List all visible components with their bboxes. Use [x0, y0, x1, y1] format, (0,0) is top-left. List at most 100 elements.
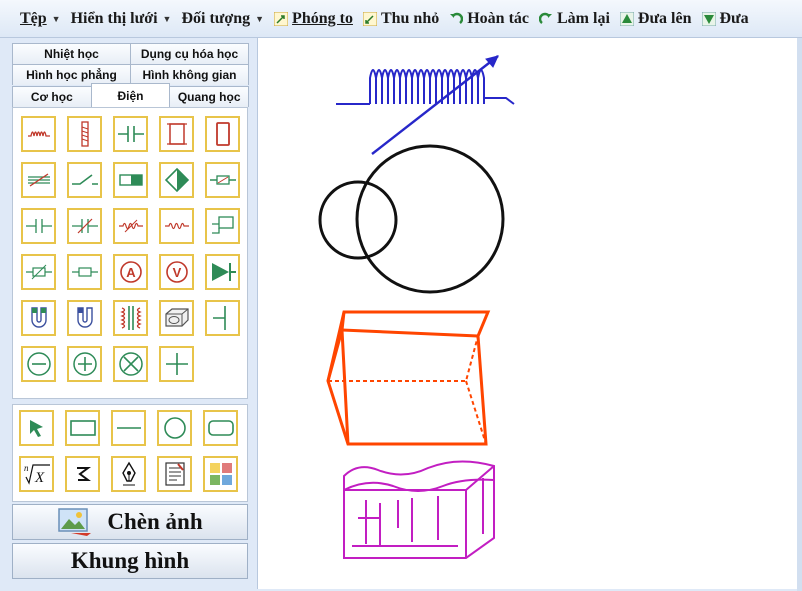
- svg-text:V: V: [172, 265, 181, 280]
- insert-image-icon: [58, 508, 92, 536]
- variable-resistor-tool[interactable]: [113, 208, 148, 244]
- free-draw-tool[interactable]: [65, 456, 100, 492]
- diode-icon: [211, 263, 236, 281]
- tall-rectangle-tool[interactable]: [205, 116, 240, 152]
- inductor-coil-shape[interactable]: [336, 55, 515, 155]
- vertical-resistor-tool[interactable]: [67, 116, 102, 152]
- tab-mechanics[interactable]: Cơ học: [12, 86, 92, 107]
- pen-tool[interactable]: [111, 456, 146, 492]
- bring-down-button[interactable]: Đưa: [701, 10, 749, 28]
- lamp-resistor-tool[interactable]: [67, 254, 102, 290]
- vertical-line-icon: [212, 306, 226, 330]
- tool-panel: Nhiệt học Dụng cụ hóa học Hình học phẳng…: [0, 38, 257, 591]
- diode-tool[interactable]: [205, 254, 240, 290]
- potentiometer-icon: [25, 264, 52, 280]
- resistor-coil-tool[interactable]: [21, 116, 56, 152]
- tab-row-3: Cơ học Điện Quang học: [12, 83, 250, 107]
- cross-circle-tool[interactable]: [113, 346, 148, 382]
- tall-rectangle-icon: [215, 122, 230, 146]
- menu-file-label: Tệp: [20, 9, 47, 27]
- rectangle-tool[interactable]: [65, 410, 100, 446]
- menu-file[interactable]: Tệp ▼: [20, 10, 61, 28]
- drawing-tool-grid: nX: [12, 404, 248, 502]
- chevron-down-icon: ▼: [162, 13, 172, 24]
- triangular-prism-shape[interactable]: [326, 310, 491, 446]
- text-box-tool[interactable]: [157, 456, 192, 492]
- undo-label: Hoàn tác: [467, 9, 529, 27]
- insert-image-label: Chèn ảnh: [107, 509, 203, 534]
- motor-tool[interactable]: [159, 300, 194, 336]
- u-magnet-tool[interactable]: [21, 300, 56, 336]
- u-magnet-icon: [30, 307, 47, 328]
- frame-button[interactable]: Khung hình: [12, 543, 248, 579]
- battery-icon: [118, 174, 143, 186]
- line-icon: [116, 427, 141, 429]
- right-border: [797, 38, 802, 591]
- cross-tool[interactable]: [159, 346, 194, 382]
- motor-icon: [164, 308, 189, 327]
- zoom-out-button[interactable]: Thu nhỏ: [362, 10, 439, 28]
- rounded-rectangle-tool[interactable]: [203, 410, 238, 446]
- rectangle-frame-tool[interactable]: [159, 116, 194, 152]
- tab-optics[interactable]: Quang học: [169, 86, 250, 107]
- tab-plane-geometry[interactable]: Hình học phẳng: [12, 64, 131, 85]
- frame-label: Khung hình: [70, 548, 190, 573]
- potentiometer-tool[interactable]: [21, 254, 56, 290]
- select-arrow-tool[interactable]: [19, 410, 54, 446]
- redo-button[interactable]: Làm lại: [539, 10, 610, 28]
- zoom-in-button[interactable]: Phóng to: [274, 10, 353, 28]
- menu-objects[interactable]: Đối tượng ▼: [181, 10, 264, 28]
- ammeter-tool[interactable]: A: [113, 254, 148, 290]
- capacitor-tool[interactable]: [113, 116, 148, 152]
- plus-circle-icon: [72, 352, 97, 376]
- text-box-icon: [164, 462, 185, 486]
- capacitor-icon: [117, 126, 144, 142]
- voltmeter-tool[interactable]: V: [159, 254, 194, 290]
- switch-tool[interactable]: [67, 162, 102, 198]
- intersecting-circles-shape[interactable]: [318, 144, 505, 294]
- chevron-down-icon: ▼: [51, 13, 61, 24]
- transformer-icon: [119, 306, 142, 330]
- circuit-box-tool[interactable]: [205, 208, 240, 244]
- insert-image-button[interactable]: Chèn ảnh: [12, 504, 248, 540]
- pen-icon: [121, 461, 136, 486]
- redo-icon: [539, 12, 552, 24]
- tab-electricity[interactable]: Điện: [90, 83, 171, 107]
- minus-circle-tool[interactable]: [21, 346, 56, 382]
- diode-shape-tool[interactable]: [159, 162, 194, 198]
- bring-up-button[interactable]: Đưa lên: [619, 10, 692, 28]
- voltmeter-icon: V: [165, 261, 188, 283]
- tab-thermal[interactable]: Nhiệt học: [12, 43, 131, 64]
- formula-tool[interactable]: nX: [19, 456, 54, 492]
- undo-button[interactable]: Hoàn tác: [449, 10, 529, 28]
- menu-toolbar: Tệp ▼ Hiển thị lưới ▼ Đối tượng ▼ Phóng to …: [0, 0, 802, 38]
- plus-circle-tool[interactable]: [67, 346, 102, 382]
- drawing-canvas[interactable]: [257, 38, 797, 589]
- zoom-out-icon: [362, 11, 377, 26]
- container-box-shape[interactable]: [343, 460, 495, 559]
- rheostat-icon: [27, 173, 50, 187]
- tab-row-1: Nhiệt học Dụng cụ hóa học: [12, 43, 249, 64]
- menu-grid-label: Hiển thị lưới: [70, 9, 158, 27]
- resistor-wire-tool[interactable]: [159, 208, 194, 244]
- menu-grid[interactable]: Hiển thị lưới ▼: [71, 10, 172, 28]
- capacitor-plates-tool[interactable]: [21, 208, 56, 244]
- electric-tool-grid: A V: [12, 107, 248, 399]
- line-tool[interactable]: [111, 410, 146, 446]
- tab-chemistry-tools[interactable]: Dụng cụ hóa học: [130, 43, 249, 64]
- battery-tool[interactable]: [113, 162, 148, 198]
- image-gallery-tool[interactable]: [203, 456, 238, 492]
- ammeter-icon: A: [119, 261, 142, 283]
- ellipse-tool[interactable]: [157, 410, 192, 446]
- formula-icon: nX: [24, 463, 50, 486]
- vertical-line-tool[interactable]: [205, 300, 240, 336]
- variable-capacitor-icon: [71, 218, 98, 234]
- transformer-tool[interactable]: [113, 300, 148, 336]
- rheostat-tool[interactable]: [21, 162, 56, 198]
- u-magnet-2-tool[interactable]: [67, 300, 102, 336]
- variable-capacitor-tool[interactable]: [67, 208, 102, 244]
- rounded-rectangle-icon: [207, 420, 234, 436]
- chevron-down-icon: ▼: [255, 13, 265, 24]
- fuse-tool[interactable]: [205, 162, 240, 198]
- tab-solid-geometry[interactable]: Hình không gian: [130, 64, 249, 85]
